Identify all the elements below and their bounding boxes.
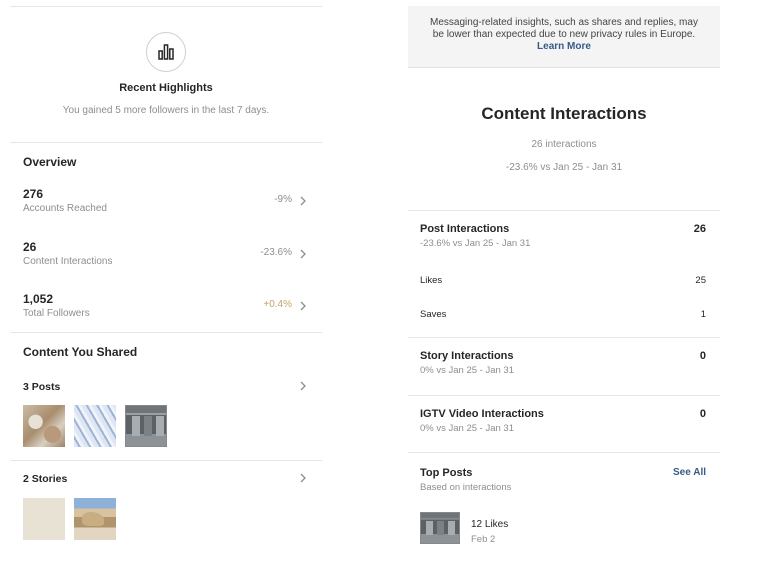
metric-change: +0.4%	[263, 299, 292, 310]
story-interactions-value: 0	[699, 350, 706, 362]
privacy-notice: Messaging-related insights, such as shar…	[408, 6, 720, 68]
page-title: Content Interactions	[481, 104, 647, 123]
post-thumbnail[interactable]	[125, 405, 167, 447]
overview-title: Overview	[23, 155, 77, 169]
metric-label: Total Followers	[23, 308, 90, 319]
story-interactions-title: Story Interactions	[420, 350, 514, 362]
metric-accounts-reached[interactable]: 276 Accounts Reached -9%	[10, 187, 322, 223]
metric-value: 26	[23, 240, 37, 254]
chevron-right-icon[interactable]	[298, 473, 308, 483]
metric-label: Accounts Reached	[23, 203, 107, 214]
comparison-text: -23.6% vs Jan 25 - Jan 31	[505, 162, 623, 173]
account-insights-panel: Recent Highlights You gained 5 more foll…	[10, 0, 322, 586]
metric-content-interactions[interactable]: 26 Content Interactions -23.6%	[10, 240, 322, 276]
story-thumbnail[interactable]	[23, 498, 65, 540]
divider	[10, 460, 322, 461]
saves-label: Saves	[420, 309, 447, 320]
divider	[10, 6, 322, 7]
top-posts-sub: Based on interactions	[420, 482, 512, 493]
metric-change: -23.6%	[260, 247, 292, 258]
metric-value: 276	[23, 187, 44, 201]
igtv-interactions-title: IGTV Video Interactions	[420, 408, 544, 420]
see-all-link[interactable]: See All	[673, 467, 706, 478]
divider	[10, 142, 322, 143]
story-interactions-sub: 0% vs Jan 25 - Jan 31	[420, 365, 514, 376]
likes-value: 25	[695, 275, 706, 286]
content-interactions-panel: Messaging-related insights, such as shar…	[408, 0, 720, 586]
likes-label: Likes	[420, 275, 443, 286]
saves-value: 1	[700, 309, 706, 320]
interactions-count: 26 interactions	[531, 139, 597, 150]
notice-text: Messaging-related insights, such as shar…	[430, 17, 698, 40]
chevron-right-icon[interactable]	[298, 381, 308, 391]
divider	[10, 332, 322, 333]
divider	[408, 210, 720, 211]
divider	[408, 395, 720, 396]
highlights-title: Recent Highlights	[119, 82, 213, 94]
top-post-likes: 12 Likes	[471, 519, 509, 530]
divider	[408, 337, 720, 338]
chevron-right-icon	[300, 301, 306, 311]
top-posts-title: Top Posts	[420, 467, 473, 479]
igtv-interactions-sub: 0% vs Jan 25 - Jan 31	[420, 423, 514, 434]
divider	[408, 452, 720, 453]
stories-label: 2 Stories	[23, 473, 68, 485]
bar-chart-icon	[146, 32, 186, 72]
post-interactions-sub: -23.6% vs Jan 25 - Jan 31	[420, 238, 531, 249]
post-interactions-value: 26	[693, 223, 706, 235]
top-post-date: Feb 2	[471, 534, 496, 545]
post-thumbnail[interactable]	[74, 405, 116, 447]
post-interactions-title: Post Interactions	[420, 223, 510, 235]
story-thumbnail[interactable]	[74, 498, 116, 540]
top-post-thumbnail[interactable]	[420, 512, 460, 544]
learn-more-link[interactable]: Learn More	[537, 41, 591, 52]
content-shared-title: Content You Shared	[23, 345, 138, 359]
post-thumbnail[interactable]	[23, 405, 65, 447]
igtv-interactions-value: 0	[699, 408, 706, 420]
metric-value: 1,052	[23, 292, 54, 306]
metric-total-followers[interactable]: 1,052 Total Followers +0.4%	[10, 292, 322, 328]
highlights-subtitle: You gained 5 more followers in the last …	[62, 105, 270, 116]
chevron-right-icon	[300, 196, 306, 206]
metric-label: Content Interactions	[23, 256, 113, 267]
chevron-right-icon	[300, 249, 306, 259]
metric-change: -9%	[274, 194, 292, 205]
posts-label: 3 Posts	[23, 381, 61, 393]
